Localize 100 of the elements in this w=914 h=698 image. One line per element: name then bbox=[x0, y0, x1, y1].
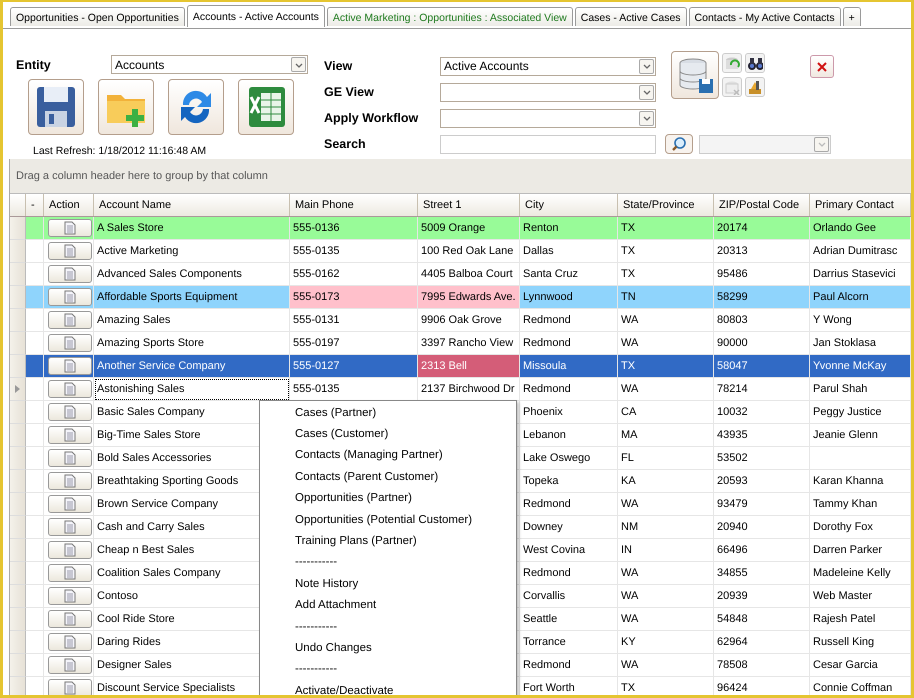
document-icon bbox=[64, 290, 76, 304]
row-action-button[interactable] bbox=[48, 334, 92, 352]
search-label: Search bbox=[324, 137, 367, 151]
close-icon bbox=[816, 60, 828, 72]
row-header[interactable] bbox=[10, 378, 26, 401]
close-button[interactable] bbox=[810, 55, 834, 78]
save-button[interactable] bbox=[28, 79, 84, 135]
table-cell: Connie Coffman bbox=[810, 677, 911, 695]
column-header[interactable]: Street 1 bbox=[418, 194, 520, 216]
tab[interactable]: Accounts - Active Accounts bbox=[186, 5, 325, 27]
row-action-button[interactable] bbox=[48, 219, 92, 237]
table-row[interactable]: Another Service Company 555-0127 2313 Bell Missoula TX 58047 Yvonne McKay bbox=[10, 355, 911, 378]
row-action-button[interactable] bbox=[48, 449, 92, 467]
dropdown-field[interactable] bbox=[440, 82, 656, 102]
column-header[interactable]: - bbox=[26, 194, 44, 216]
table-cell: Astonishing Sales bbox=[94, 378, 290, 401]
refresh-button[interactable] bbox=[168, 79, 224, 135]
tools-button[interactable] bbox=[745, 77, 765, 97]
document-icon bbox=[64, 520, 76, 534]
dropdown-field[interactable] bbox=[440, 108, 656, 128]
document-icon bbox=[64, 474, 76, 488]
database-refresh-icon bbox=[724, 55, 740, 71]
add-folder-button[interactable] bbox=[98, 79, 154, 135]
column-header[interactable]: Account Name bbox=[94, 194, 290, 216]
table-row[interactable]: Amazing Sales 555-0131 9906 Oak Grove Redmond WA 80803 Y Wong bbox=[10, 309, 911, 332]
row-action-button[interactable] bbox=[48, 403, 92, 421]
table-row[interactable]: Active Marketing 555-0135 100 Red Oak Lane Dallas TX 20313 Adrian Dumitrasc bbox=[10, 240, 911, 263]
document-icon bbox=[64, 543, 76, 557]
binoculars-icon bbox=[747, 55, 763, 71]
tab[interactable]: Cases - Active Cases bbox=[574, 7, 687, 26]
document-icon bbox=[64, 382, 76, 396]
column-header[interactable]: ZIP/Postal Code bbox=[714, 194, 810, 216]
column-header[interactable]: State/Province bbox=[618, 194, 714, 216]
row-action-button[interactable] bbox=[48, 633, 92, 651]
table-cell: 96424 bbox=[714, 677, 810, 695]
row-action-button[interactable] bbox=[48, 610, 92, 628]
document-icon bbox=[64, 451, 76, 465]
tools-icon bbox=[747, 79, 763, 95]
row-action-button[interactable] bbox=[48, 587, 92, 605]
row-action-button[interactable] bbox=[48, 495, 92, 513]
row-action-button[interactable] bbox=[48, 679, 92, 695]
tab[interactable]: + bbox=[842, 7, 861, 26]
document-icon bbox=[64, 313, 76, 327]
table-row[interactable]: Advanced Sales Components 555-0162 4405 Balboa Court Santa Cruz TX 95486 Darrius Stasevici bbox=[10, 263, 911, 286]
row-action-button[interactable] bbox=[48, 656, 92, 674]
row-action-button[interactable] bbox=[48, 288, 92, 306]
entity-label: Entity bbox=[16, 58, 52, 72]
search-icon bbox=[671, 136, 687, 152]
apply-workflow-label: Apply Workflow bbox=[324, 111, 420, 125]
column-header[interactable]: Primary Contact bbox=[810, 194, 911, 216]
column-header[interactable]: Action bbox=[44, 194, 94, 216]
find-button[interactable] bbox=[745, 53, 765, 73]
document-icon bbox=[64, 589, 76, 603]
document-icon bbox=[64, 267, 76, 281]
search-field[interactable] bbox=[440, 134, 656, 154]
document-icon bbox=[64, 658, 76, 672]
document-icon bbox=[64, 497, 76, 511]
table-cell: 555-0173 bbox=[290, 286, 418, 309]
table-row[interactable]: A Sales Store 555-0136 5009 Orange Renton TX 20174 Orlando Gee bbox=[10, 217, 911, 240]
row-action-button[interactable] bbox=[48, 357, 92, 375]
column-header[interactable]: City bbox=[520, 194, 618, 216]
row-action-button[interactable] bbox=[48, 518, 92, 536]
ge-view-label: GE View bbox=[324, 85, 375, 99]
document-icon bbox=[64, 428, 76, 442]
document-icon bbox=[64, 359, 76, 373]
table-cell: Fort Worth bbox=[520, 677, 618, 695]
dropdown-field[interactable]: Active Accounts bbox=[440, 56, 656, 76]
table-row[interactable]: Affordable Sports Equipment 555-0173 7995 Edwards Ave. Lynnwood TN 58299 Paul Alcorn bbox=[10, 286, 911, 309]
table-row[interactable]: Amazing Sports Store 555-0197 3397 Rancho View Redmond WA 90000 Jan Stoklasa bbox=[10, 332, 911, 355]
table-cell: TX bbox=[618, 677, 714, 695]
table-row[interactable]: Astonishing Sales 555-0135 2137 Birchwood Dr Redmond WA 78214 Parul Shah bbox=[10, 378, 911, 401]
row-action-button[interactable] bbox=[48, 311, 92, 329]
document-icon bbox=[64, 566, 76, 580]
group-by-hint: Drag a column header here to group by that column bbox=[10, 159, 911, 194]
dropdown-field[interactable]: Accounts bbox=[111, 55, 308, 74]
row-action-button[interactable] bbox=[48, 426, 92, 444]
row-action-button[interactable] bbox=[48, 472, 92, 490]
excel-export-button[interactable] bbox=[238, 79, 294, 135]
last-refresh-text: Last Refresh: 1/18/2012 11:16:48 AM bbox=[33, 145, 208, 157]
search-button[interactable] bbox=[665, 134, 693, 154]
row-action-button[interactable] bbox=[48, 541, 92, 559]
row-pointer-icon bbox=[15, 385, 20, 393]
save-database-button[interactable] bbox=[671, 51, 719, 99]
tab[interactable]: Opportunities - Open Opportunities bbox=[10, 7, 185, 26]
column-header[interactable]: Main Phone bbox=[290, 194, 418, 216]
table-cell: 7995 Edwards Ave. bbox=[418, 286, 520, 309]
tab[interactable]: Contacts - My Active Contacts bbox=[688, 7, 841, 26]
document-icon bbox=[64, 405, 76, 419]
row-action-button[interactable] bbox=[48, 564, 92, 582]
row-action-button[interactable] bbox=[48, 380, 92, 398]
row-action-button[interactable] bbox=[48, 265, 92, 283]
view-label: View bbox=[324, 59, 354, 73]
database-delete-icon bbox=[724, 79, 740, 95]
table-cell: 2313 Bell bbox=[418, 355, 520, 378]
document-icon bbox=[64, 612, 76, 626]
menu-item[interactable]: Activate/Deactivate bbox=[260, 680, 516, 695]
tab[interactable]: Active Marketing : Opportunities : Associated View bbox=[326, 7, 573, 26]
document-icon bbox=[64, 635, 76, 649]
row-action-button[interactable] bbox=[48, 242, 92, 260]
document-icon bbox=[64, 681, 76, 695]
